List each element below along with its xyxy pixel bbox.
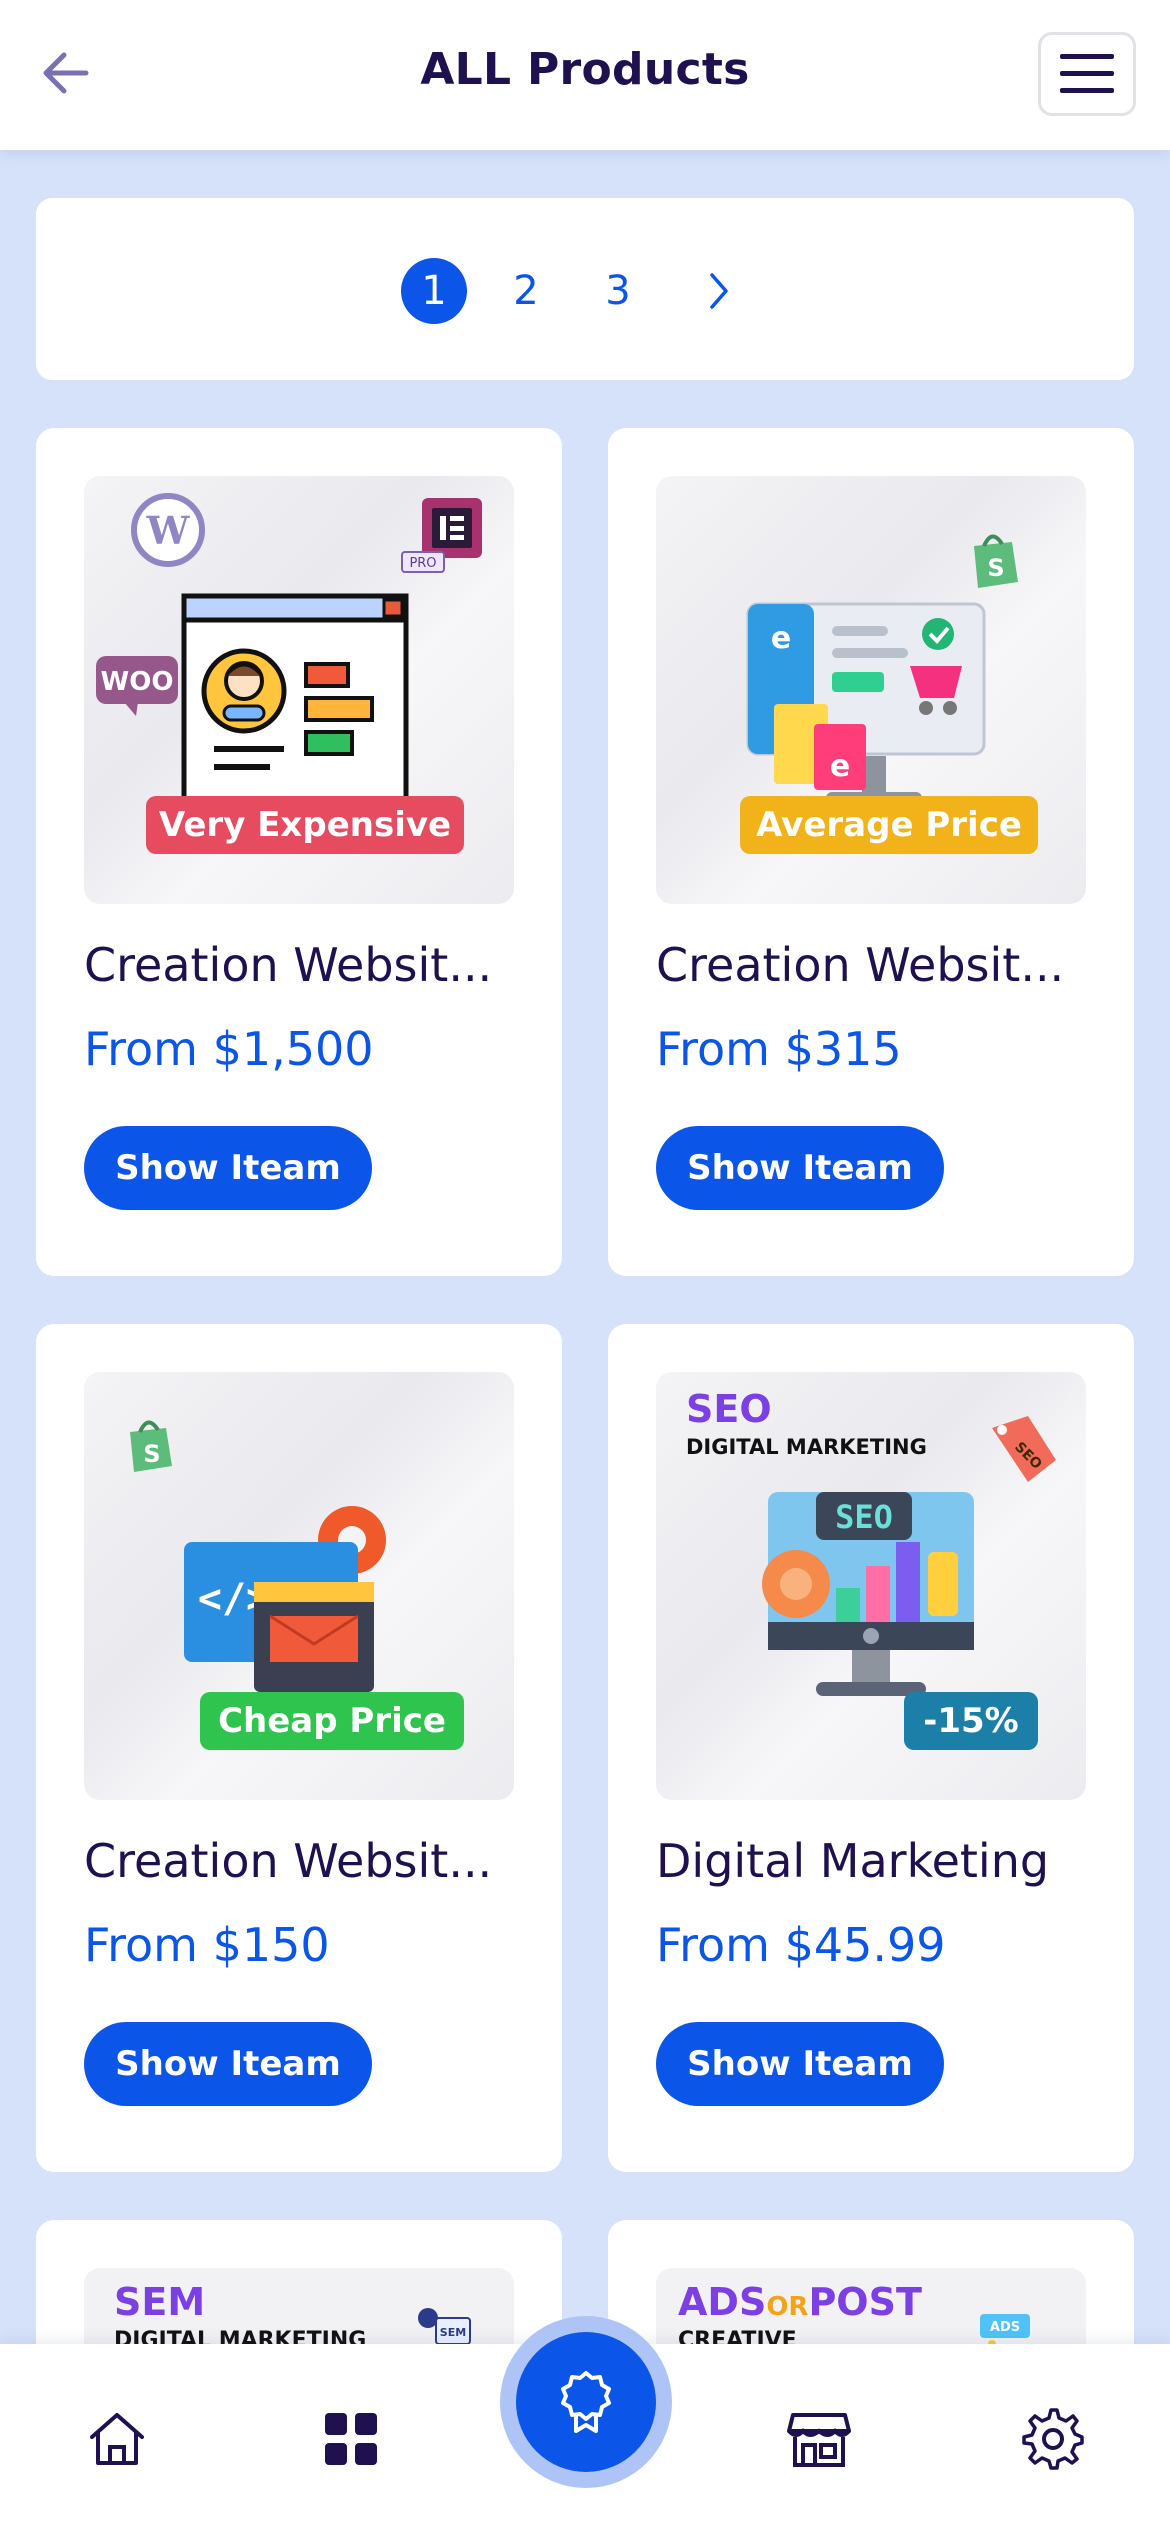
product-card[interactable]: W PRO WOO Very Expensive Creation Websit… [36,428,562,1276]
product-image: S </> Cheap Price [84,1372,514,1800]
show-item-button[interactable]: Show Iteam [656,2022,944,2106]
nav-rewards-button[interactable] [516,2332,656,2472]
hamburger-menu-icon [1060,54,1114,93]
elementor-pro-icon: PRO [401,498,482,573]
store-icon [787,2413,851,2467]
monitor-shop-illustration: e e [746,602,986,804]
sem-headline: SEM [114,2280,206,2324]
product-card[interactable]: SEO DIGITAL MARKETING SEO SEO -15% Digit… [608,1324,1134,2172]
show-item-button[interactable]: Show Iteam [84,2022,372,2106]
seo-headline: SEO [686,1387,772,1431]
product-title: Digital Marketing [656,1834,1050,1888]
product-title: Creation Websit... [84,1834,493,1888]
shopify-bag-icon: S [130,1420,172,1472]
seo-monitor-illustration: SEO [762,1492,974,1696]
nav-settings[interactable] [1018,2404,1088,2474]
woocommerce-icon: WOO [96,656,178,716]
svg-text:S: S [987,554,1004,582]
ads-headline: ADSORPOST [678,2280,922,2324]
svg-text:SEM: SEM [440,2326,466,2339]
page-1-button[interactable]: 1 [401,258,467,324]
menu-button[interactable] [1038,32,1136,116]
product-card[interactable]: S </> Cheap Price Creation Websit... Fro… [36,1324,562,2172]
browser-window-illustration [181,593,409,809]
product-image: W PRO WOO Very Expensive [84,476,514,904]
svg-text:S: S [143,1440,160,1468]
page-title: ALL Products [420,44,750,95]
show-item-button[interactable]: Show Iteam [84,1126,372,1210]
nav-home[interactable] [82,2404,152,2474]
svg-text:PRO: PRO [409,556,436,571]
next-page-button[interactable] [686,258,752,324]
product-title: Creation Websit... [656,938,1065,992]
seo-subtitle: DIGITAL MARKETING [686,1435,927,1459]
product-card[interactable]: S e e Average Price Creation Websit... F… [608,428,1134,1276]
price-badge: Very Expensive [146,796,464,854]
pagination: 1 2 3 [36,198,1134,380]
wordpress-logo-icon: W [131,493,205,567]
shopify-bag-icon: S [974,534,1018,588]
code-monitor-illustration: </> [184,1506,386,1692]
page-2-button[interactable]: 2 [493,258,559,324]
svg-text:SEO: SEO [835,1498,893,1536]
product-price: From $315 [656,1022,902,1076]
grid-icon [325,2413,377,2465]
product-price: From $1,500 [84,1022,374,1076]
svg-text:e: e [830,749,850,784]
product-image: S e e Average Price [656,476,1086,904]
app-header: ALL Products [0,0,1170,150]
product-price: From $45.99 [656,1918,946,1972]
price-badge: Cheap Price [200,1692,464,1750]
home-icon [90,2413,144,2465]
settings-gear-icon [1022,2408,1084,2470]
product-title: Creation Websit... [84,938,493,992]
svg-text:WOO: WOO [101,667,174,697]
badge-award-icon [561,2371,611,2433]
nav-categories[interactable] [316,2404,386,2474]
discount-badge: -15% [904,1692,1038,1750]
svg-text:W: W [146,508,191,553]
seo-tag-icon: SEO [992,1416,1056,1482]
product-price: From $150 [84,1918,330,1972]
svg-text:e: e [771,621,791,656]
nav-store[interactable] [784,2404,854,2474]
page-3-button[interactable]: 3 [585,258,651,324]
show-item-button[interactable]: Show Iteam [656,1126,944,1210]
product-image: SEO DIGITAL MARKETING SEO SEO -15% [656,1372,1086,1800]
svg-text:ADS: ADS [990,2320,1020,2335]
price-badge: Average Price [740,796,1038,854]
chevron-right-icon [710,273,728,309]
